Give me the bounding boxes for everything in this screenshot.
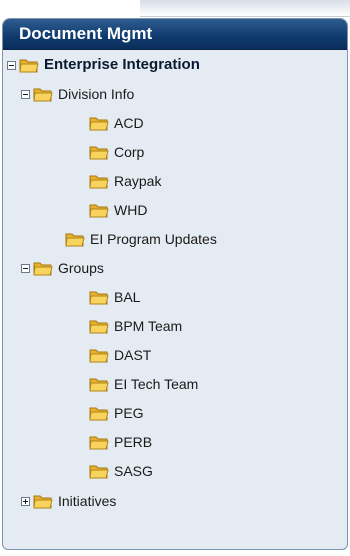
tree-node-bpm-team[interactable]: BPM Team <box>89 315 182 337</box>
tree-node-label: WHD <box>114 202 148 218</box>
folder-icon <box>89 407 109 420</box>
top-strip <box>0 0 350 18</box>
expand-toggle-icon[interactable] <box>21 496 30 506</box>
tree-node-corp[interactable]: Corp <box>89 141 144 163</box>
tree-node-label: PEG <box>114 405 144 421</box>
folder-icon <box>19 59 39 72</box>
tree-node-bal[interactable]: BAL <box>89 286 140 308</box>
tree-node-ei-tech-team[interactable]: EI Tech Team <box>89 373 198 395</box>
folder-icon <box>89 349 109 362</box>
tree-node-enterprise-integration[interactable]: Enterprise Integration <box>7 54 200 76</box>
tree-node-acd[interactable]: ACD <box>89 112 144 134</box>
tree-node-whd[interactable]: WHD <box>89 199 147 221</box>
tree-node-perb[interactable]: PERB <box>89 431 152 453</box>
tree-node-peg[interactable]: PEG <box>89 402 144 424</box>
folder-icon <box>89 117 109 130</box>
tree-node-label: EI Program Updates <box>90 231 217 247</box>
tree-node-division-info[interactable]: Division Info <box>21 83 134 105</box>
tree-node-ei-program-updates[interactable]: EI Program Updates <box>65 228 217 250</box>
folder-icon <box>33 262 53 275</box>
folder-icon <box>89 378 109 391</box>
tree-node-label: Corp <box>114 144 145 160</box>
collapse-toggle-icon[interactable] <box>7 60 16 70</box>
tree-node-label: PERB <box>114 434 153 450</box>
folder-icon <box>89 436 109 449</box>
tree-node-label: EI Tech Team <box>114 376 199 392</box>
tree-node-label: Initiatives <box>58 493 117 509</box>
tree-node-label: Raypak <box>114 173 162 189</box>
tree-node-sasg[interactable]: SASG <box>89 460 153 482</box>
tree-node-raypak[interactable]: Raypak <box>89 170 161 192</box>
folder-icon <box>89 320 109 333</box>
top-strip-shadow <box>140 0 350 17</box>
folder-icon <box>89 465 109 478</box>
tree-node-label: Enterprise Integration <box>44 56 200 73</box>
folder-icon <box>89 291 109 304</box>
collapse-toggle-icon[interactable] <box>21 89 30 99</box>
tree-node-groups[interactable]: Groups <box>21 257 104 279</box>
folder-icon <box>65 233 85 246</box>
tree-node-dast[interactable]: DAST <box>89 344 151 366</box>
folder-icon <box>33 495 53 508</box>
panel-header: Document Mgmt <box>3 19 347 50</box>
tree-node-label: Division Info <box>58 86 135 102</box>
folder-icon <box>89 204 109 217</box>
folder-icon <box>33 88 53 101</box>
panel-title: Document Mgmt <box>19 24 153 43</box>
tree-node-label: Groups <box>58 260 104 276</box>
folder-icon <box>89 146 109 159</box>
tree-node-label: DAST <box>114 347 152 363</box>
document-mgmt-panel: Document Mgmt Enterprise Integration Div… <box>2 18 348 550</box>
tree-node-initiatives[interactable]: Initiatives <box>21 490 116 512</box>
folder-icon <box>89 175 109 188</box>
tree-node-label: ACD <box>114 115 144 131</box>
tree-node-label: SASG <box>114 463 153 479</box>
tree-node-label: BAL <box>114 289 141 305</box>
collapse-toggle-icon[interactable] <box>21 263 30 273</box>
tree-node-label: BPM Team <box>114 318 183 334</box>
